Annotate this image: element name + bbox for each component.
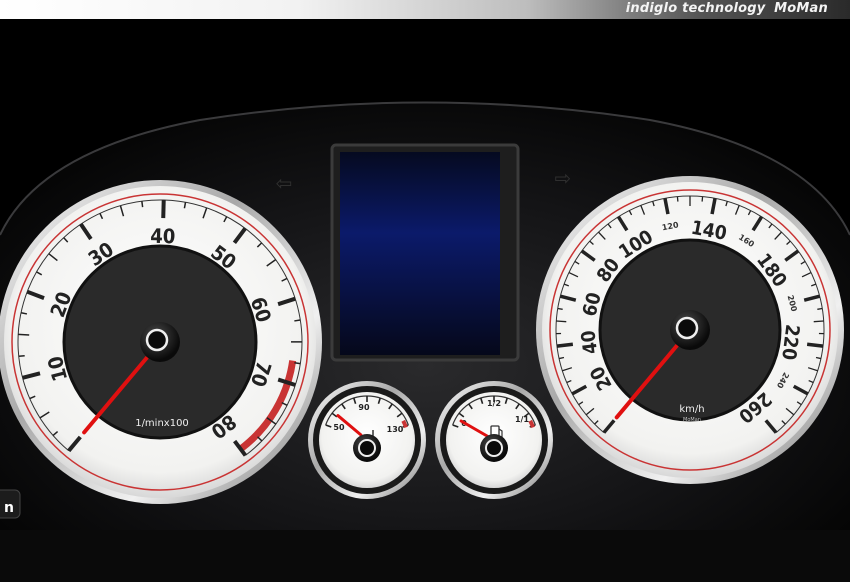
tacho-tick xyxy=(18,333,30,336)
fuel-hub-cap xyxy=(485,439,503,457)
temp-red-mark xyxy=(401,419,408,428)
instrument-cluster-photo: ⇦ ⇨ n 10203040506070801/minx100 20406080… xyxy=(0,101,850,582)
speedo-tick xyxy=(556,320,567,323)
temp-hub-cap xyxy=(358,439,376,457)
tacho-tick xyxy=(141,201,144,208)
tacho-tick-label: 40 xyxy=(150,224,176,249)
fuel-gauge: 01/21/1 xyxy=(435,381,553,499)
speedo-unit-label: km/h xyxy=(679,404,704,415)
speedo-tick xyxy=(813,320,824,323)
temperature-gauge: 50 90 130 xyxy=(308,381,426,499)
center-display-screen xyxy=(340,152,500,355)
tacho-hub-cap xyxy=(145,328,169,352)
lower-trim xyxy=(0,530,850,582)
speedometer: 20406080100 140180220260120160200240km/hM… xyxy=(536,176,844,484)
temp-label: 50 xyxy=(333,423,345,432)
speedo-tick-label: 220 xyxy=(777,323,803,361)
speedo-maker-label: MoMan xyxy=(683,417,701,423)
side-label: n xyxy=(4,500,14,516)
right-turn-arrow-icon: ⇨ xyxy=(555,166,572,190)
speedo-tick xyxy=(806,342,824,348)
tacho-tick xyxy=(18,354,25,358)
tachometer: 10203040506070801/minx100 xyxy=(0,180,322,504)
speedo-tick xyxy=(556,342,574,348)
fuel-label: 1/1 xyxy=(515,415,529,424)
speedo-tick xyxy=(557,307,563,310)
tacho-tick xyxy=(294,319,301,322)
speedo-tick-label: 40 xyxy=(577,329,602,355)
speedo-tick xyxy=(817,307,823,310)
left-turn-arrow-icon: ⇦ xyxy=(276,171,293,195)
tacho-tick xyxy=(294,362,301,365)
temp-label: 90 xyxy=(358,403,370,412)
tacho-tick xyxy=(183,202,187,209)
fuel-red-mark xyxy=(528,419,535,428)
speedo-hub-cap xyxy=(675,316,699,340)
fuel-label: 1/2 xyxy=(487,399,501,408)
tacho-unit-label: 1/minx100 xyxy=(135,418,189,429)
temp-label: 130 xyxy=(387,425,404,434)
